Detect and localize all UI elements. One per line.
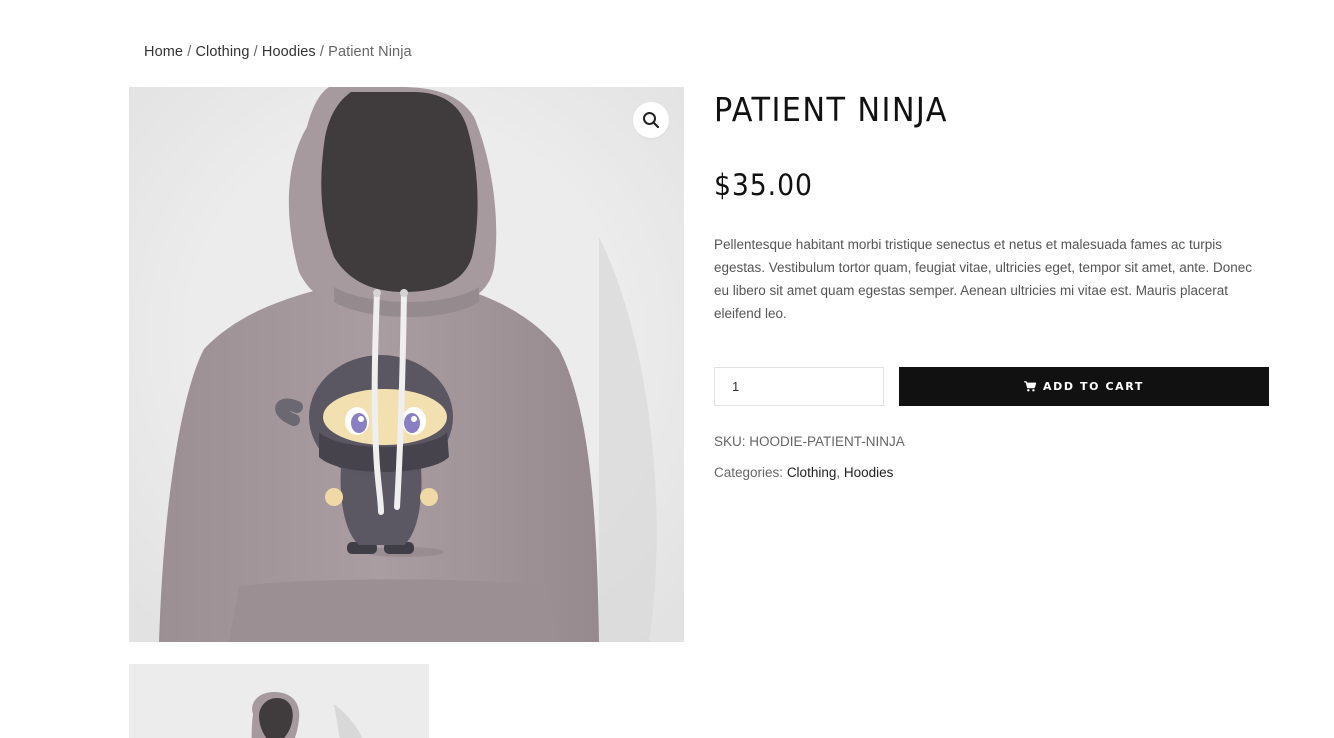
product-title: PATIENT NINJA [714, 90, 948, 129]
product-thumbnail[interactable] [129, 664, 429, 738]
sku-label: SKU: [714, 434, 746, 449]
category-link-hoodies[interactable]: Hoodies [844, 465, 894, 480]
breadcrumb-clothing-link[interactable]: Clothing [195, 44, 249, 60]
product-summary: PATIENT NINJA $35.00 Pellentesque habita… [714, 87, 1269, 480]
categories-separator: , [836, 465, 841, 480]
breadcrumb-hoodies-link[interactable]: Hoodies [262, 44, 316, 60]
hoodie-illustration [129, 87, 684, 642]
breadcrumb-separator: / [249, 44, 262, 60]
add-to-cart-label: ADD TO CART [1043, 380, 1144, 393]
sku-value: HOODIE-PATIENT-NINJA [749, 434, 905, 449]
categories-line: Categories: Clothing, Hoodies [714, 465, 893, 480]
product-description: Pellentesque habitant morbi tristique se… [714, 236, 1253, 321]
breadcrumb-separator: / [183, 44, 196, 60]
add-to-cart-form: ADD TO CART [714, 367, 1269, 406]
quantity-input[interactable] [714, 367, 884, 406]
product-price: $35.00 [714, 167, 813, 202]
breadcrumb: Home / Clothing / Hoodies / Patient Ninj… [144, 44, 412, 60]
category-link-clothing[interactable]: Clothing [787, 465, 837, 480]
breadcrumb-current: Patient Ninja [328, 44, 412, 60]
zoom-button[interactable] [633, 102, 669, 138]
breadcrumb-separator: / [315, 44, 329, 60]
sku-line: SKU: HOODIE-PATIENT-NINJA [714, 434, 905, 449]
cart-icon [1024, 381, 1037, 392]
magnifier-icon [643, 112, 660, 129]
thumbnail-hoodie-image [129, 664, 429, 738]
add-to-cart-button[interactable]: ADD TO CART [899, 367, 1269, 406]
product-main-image[interactable] [129, 87, 684, 642]
breadcrumb-home-link[interactable]: Home [144, 44, 183, 60]
categories-label: Categories: [714, 465, 784, 480]
